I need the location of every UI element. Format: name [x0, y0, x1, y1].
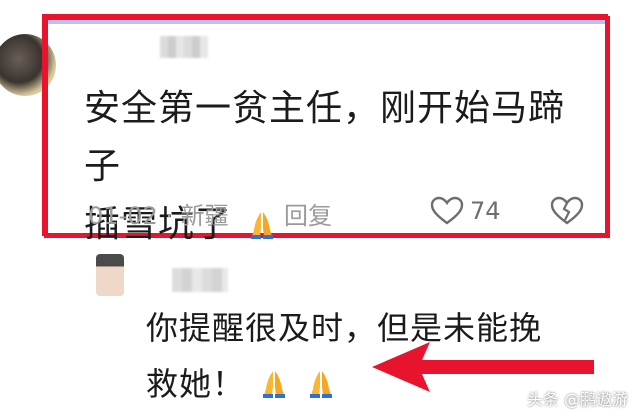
comment-date-location: 01-02 · 新疆	[88, 202, 229, 230]
heart-icon	[430, 196, 464, 225]
blurred-username	[172, 268, 228, 292]
reply-button[interactable]: 回复	[284, 196, 332, 231]
comment-meta-row: 01-02 · 新疆 回复 74	[88, 196, 588, 230]
replier-avatar[interactable]	[96, 254, 124, 296]
broken-heart-icon[interactable]	[550, 196, 584, 226]
reply-text-line2: 救她！	[146, 365, 246, 403]
comment-text-line1: 安全第一贫主任，刚开始马蹄子	[84, 88, 566, 187]
like-button[interactable]: 74	[430, 196, 501, 226]
like-count: 74	[470, 197, 501, 225]
watermark: 头条 @鹏遨游	[526, 390, 628, 409]
praying-hands-icon	[263, 371, 286, 398]
praying-hands-icon	[310, 371, 333, 398]
